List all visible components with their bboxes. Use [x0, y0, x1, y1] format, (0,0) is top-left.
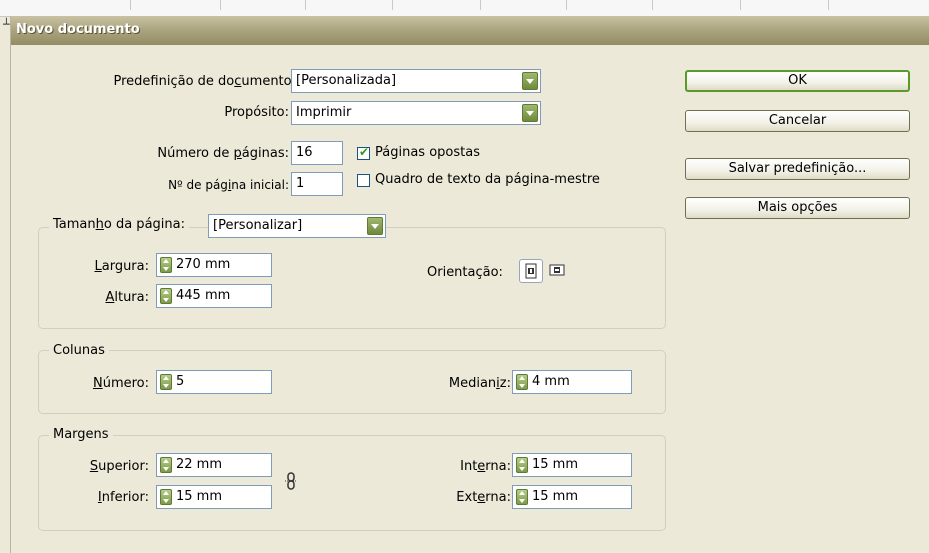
num-pages-input[interactable]: 16: [291, 141, 343, 165]
page-size-group: [38, 227, 666, 329]
margin-bottom-value: 15 mm: [176, 489, 223, 504]
stepper-icon[interactable]: [516, 489, 528, 505]
height-label: Altura:: [105, 290, 149, 305]
gutter-label: Medianiz:: [448, 376, 511, 391]
master-text-frame-checkbox[interactable]: [357, 174, 370, 187]
start-page-input[interactable]: 1: [291, 172, 343, 196]
chevron-down-icon[interactable]: [522, 104, 538, 122]
portrait-icon[interactable]: [519, 259, 543, 283]
stepper-icon[interactable]: [160, 489, 172, 505]
columns-number-label: Número:: [92, 376, 149, 391]
title-bar[interactable]: Novo documento: [11, 16, 929, 45]
stepper-icon[interactable]: [160, 457, 172, 473]
margin-inside-label: Interna:: [460, 459, 511, 474]
master-text-frame-label: Quadro de texto da página-mestre: [375, 172, 600, 187]
stepper-icon[interactable]: [160, 374, 172, 390]
new-document-dialog: Novo documento Predefinição de documento…: [10, 16, 929, 553]
ok-button[interactable]: OK: [685, 70, 910, 92]
margins-legend: Margens: [49, 427, 113, 442]
chevron-down-icon[interactable]: [522, 72, 538, 90]
page-size-value: [Personalizar]: [213, 218, 303, 233]
page-size-select[interactable]: [Personalizar]: [208, 214, 386, 238]
columns-number-field[interactable]: 5: [156, 370, 272, 394]
margin-bottom-label: Inferior:: [97, 490, 149, 505]
more-options-button[interactable]: Mais opções: [685, 197, 910, 219]
orientation-label: Orientação:: [427, 265, 503, 280]
save-preset-button[interactable]: Salvar predefinição...: [685, 158, 910, 180]
facing-pages-checkbox[interactable]: ✔: [357, 145, 370, 160]
stepper-icon[interactable]: [160, 257, 172, 273]
margins-group: [38, 435, 666, 531]
columns-number-value: 5: [176, 374, 185, 389]
ruler-mark: ┴: [3, 18, 10, 31]
margin-top-field[interactable]: 22 mm: [156, 453, 272, 477]
gutter-value: 4 mm: [532, 374, 570, 389]
num-pages-label: Número de páginas:: [157, 146, 289, 161]
background-ruler: [0, 0, 929, 17]
margin-outside-label: Externa:: [456, 490, 511, 505]
purpose-value: Imprimir: [296, 105, 352, 120]
stepper-icon[interactable]: [160, 288, 172, 304]
checkmark-icon: ✔: [359, 145, 370, 159]
facing-pages-label: Páginas opostas: [375, 145, 480, 160]
margin-top-label: Superior:: [89, 459, 149, 474]
margin-outside-field[interactable]: 15 mm: [512, 485, 632, 509]
width-field[interactable]: 270 mm: [156, 253, 272, 277]
columns-legend: Colunas: [49, 343, 109, 358]
landscape-icon[interactable]: [546, 259, 570, 283]
width-label: Largura:: [94, 259, 149, 274]
stepper-icon[interactable]: [516, 374, 528, 390]
preset-select[interactable]: [Personalizada]: [291, 69, 541, 93]
height-value: 445 mm: [176, 288, 231, 303]
cancel-button[interactable]: Cancelar: [685, 110, 910, 132]
margin-outside-value: 15 mm: [532, 489, 579, 504]
page-size-legend: Tamanho da página:: [49, 217, 189, 232]
margin-top-value: 22 mm: [176, 457, 223, 472]
dialog-title: Novo documento: [16, 22, 140, 37]
height-field[interactable]: 445 mm: [156, 284, 272, 308]
margin-bottom-field[interactable]: 15 mm: [156, 485, 272, 509]
preset-label: Predefinição de documento:: [113, 74, 296, 89]
chevron-down-icon[interactable]: [367, 217, 383, 235]
start-page-label: Nº de página inicial:: [168, 178, 289, 192]
width-value: 270 mm: [176, 257, 231, 272]
margin-inside-value: 15 mm: [532, 457, 579, 472]
margin-inside-field[interactable]: 15 mm: [512, 453, 632, 477]
preset-value: [Personalizada]: [296, 73, 397, 88]
chain-link-icon[interactable]: [283, 472, 299, 490]
purpose-select[interactable]: Imprimir: [291, 101, 541, 125]
stepper-icon[interactable]: [516, 457, 528, 473]
gutter-field[interactable]: 4 mm: [512, 370, 632, 394]
purpose-label: Propósito:: [224, 105, 289, 120]
